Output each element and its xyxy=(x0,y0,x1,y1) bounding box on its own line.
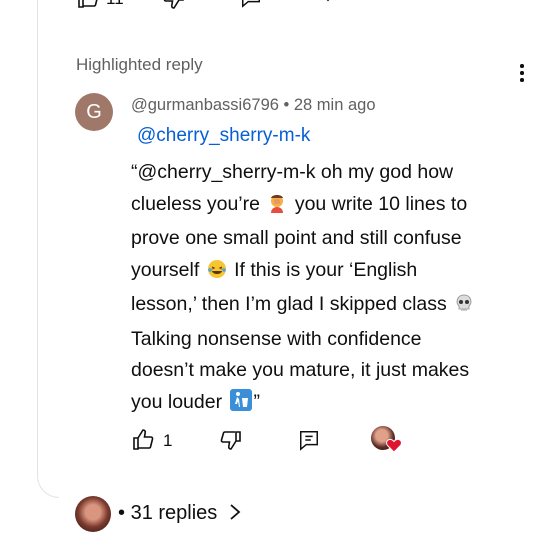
dislike-button[interactable] xyxy=(219,428,243,457)
replies-count-label: 31 replies xyxy=(130,502,218,524)
skull-icon xyxy=(454,292,474,324)
comment-line: clueless you’re xyxy=(131,192,260,215)
kebab-menu-icon[interactable] xyxy=(512,64,532,88)
section-label: Highlighted reply xyxy=(76,55,203,74)
view-replies-link[interactable]: • 31 replies xyxy=(118,502,241,527)
author-handle[interactable]: @gurmanbassi6796 xyxy=(131,96,279,114)
comment-meta: @gurmanbassi6796 • 28 min ago xyxy=(131,96,376,115)
thumb-down-icon xyxy=(220,431,241,450)
comment-line: If this is your ‘English xyxy=(234,258,418,281)
reply-icon xyxy=(300,431,318,451)
mention-link[interactable]: @cherry_sherry-m-k xyxy=(137,125,310,147)
thumb-down-icon[interactable] xyxy=(162,0,186,15)
heart-icon xyxy=(386,438,402,458)
comment-line: you louder xyxy=(131,390,223,413)
replies-bullet: • xyxy=(118,502,126,524)
comment-time: 28 min ago xyxy=(293,96,376,114)
like-button[interactable]: 1 xyxy=(131,428,172,457)
avatar[interactable]: G xyxy=(75,93,113,131)
person-facepalm-icon xyxy=(267,192,287,224)
laughing-tears-icon xyxy=(207,258,227,290)
reply-icon[interactable] xyxy=(240,0,262,13)
comment-line: ” xyxy=(253,390,261,413)
comment-line: lesson,’ then I’m glad I skipped class xyxy=(131,293,447,315)
comment-line: “@cherry_sherry-m-k oh my god how xyxy=(131,161,454,183)
comment-line: prove one small point and still confuse xyxy=(131,227,462,249)
thumb-up-icon xyxy=(133,429,154,450)
chevron-right-icon xyxy=(229,503,241,527)
comment-line: doesn’t make you mature, it just makes xyxy=(131,359,470,381)
litter-bin-icon xyxy=(229,388,252,422)
thread-connector-line xyxy=(37,0,59,498)
comment-line: you write 10 lines to xyxy=(294,192,468,215)
avatar xyxy=(75,496,111,532)
parent-like-count: 11 xyxy=(106,0,124,9)
chevron-down-icon[interactable] xyxy=(316,0,340,15)
comment-line: Talking nonsense with confidence xyxy=(131,327,422,350)
meta-separator: • xyxy=(278,96,294,114)
like-count: 1 xyxy=(163,431,173,450)
comment-body: “@cherry_sherry-m-k oh my god how cluele… xyxy=(131,157,541,421)
comment-line: yourself xyxy=(131,258,200,281)
reply-button[interactable] xyxy=(298,429,320,456)
thumb-up-icon[interactable] xyxy=(76,0,100,15)
